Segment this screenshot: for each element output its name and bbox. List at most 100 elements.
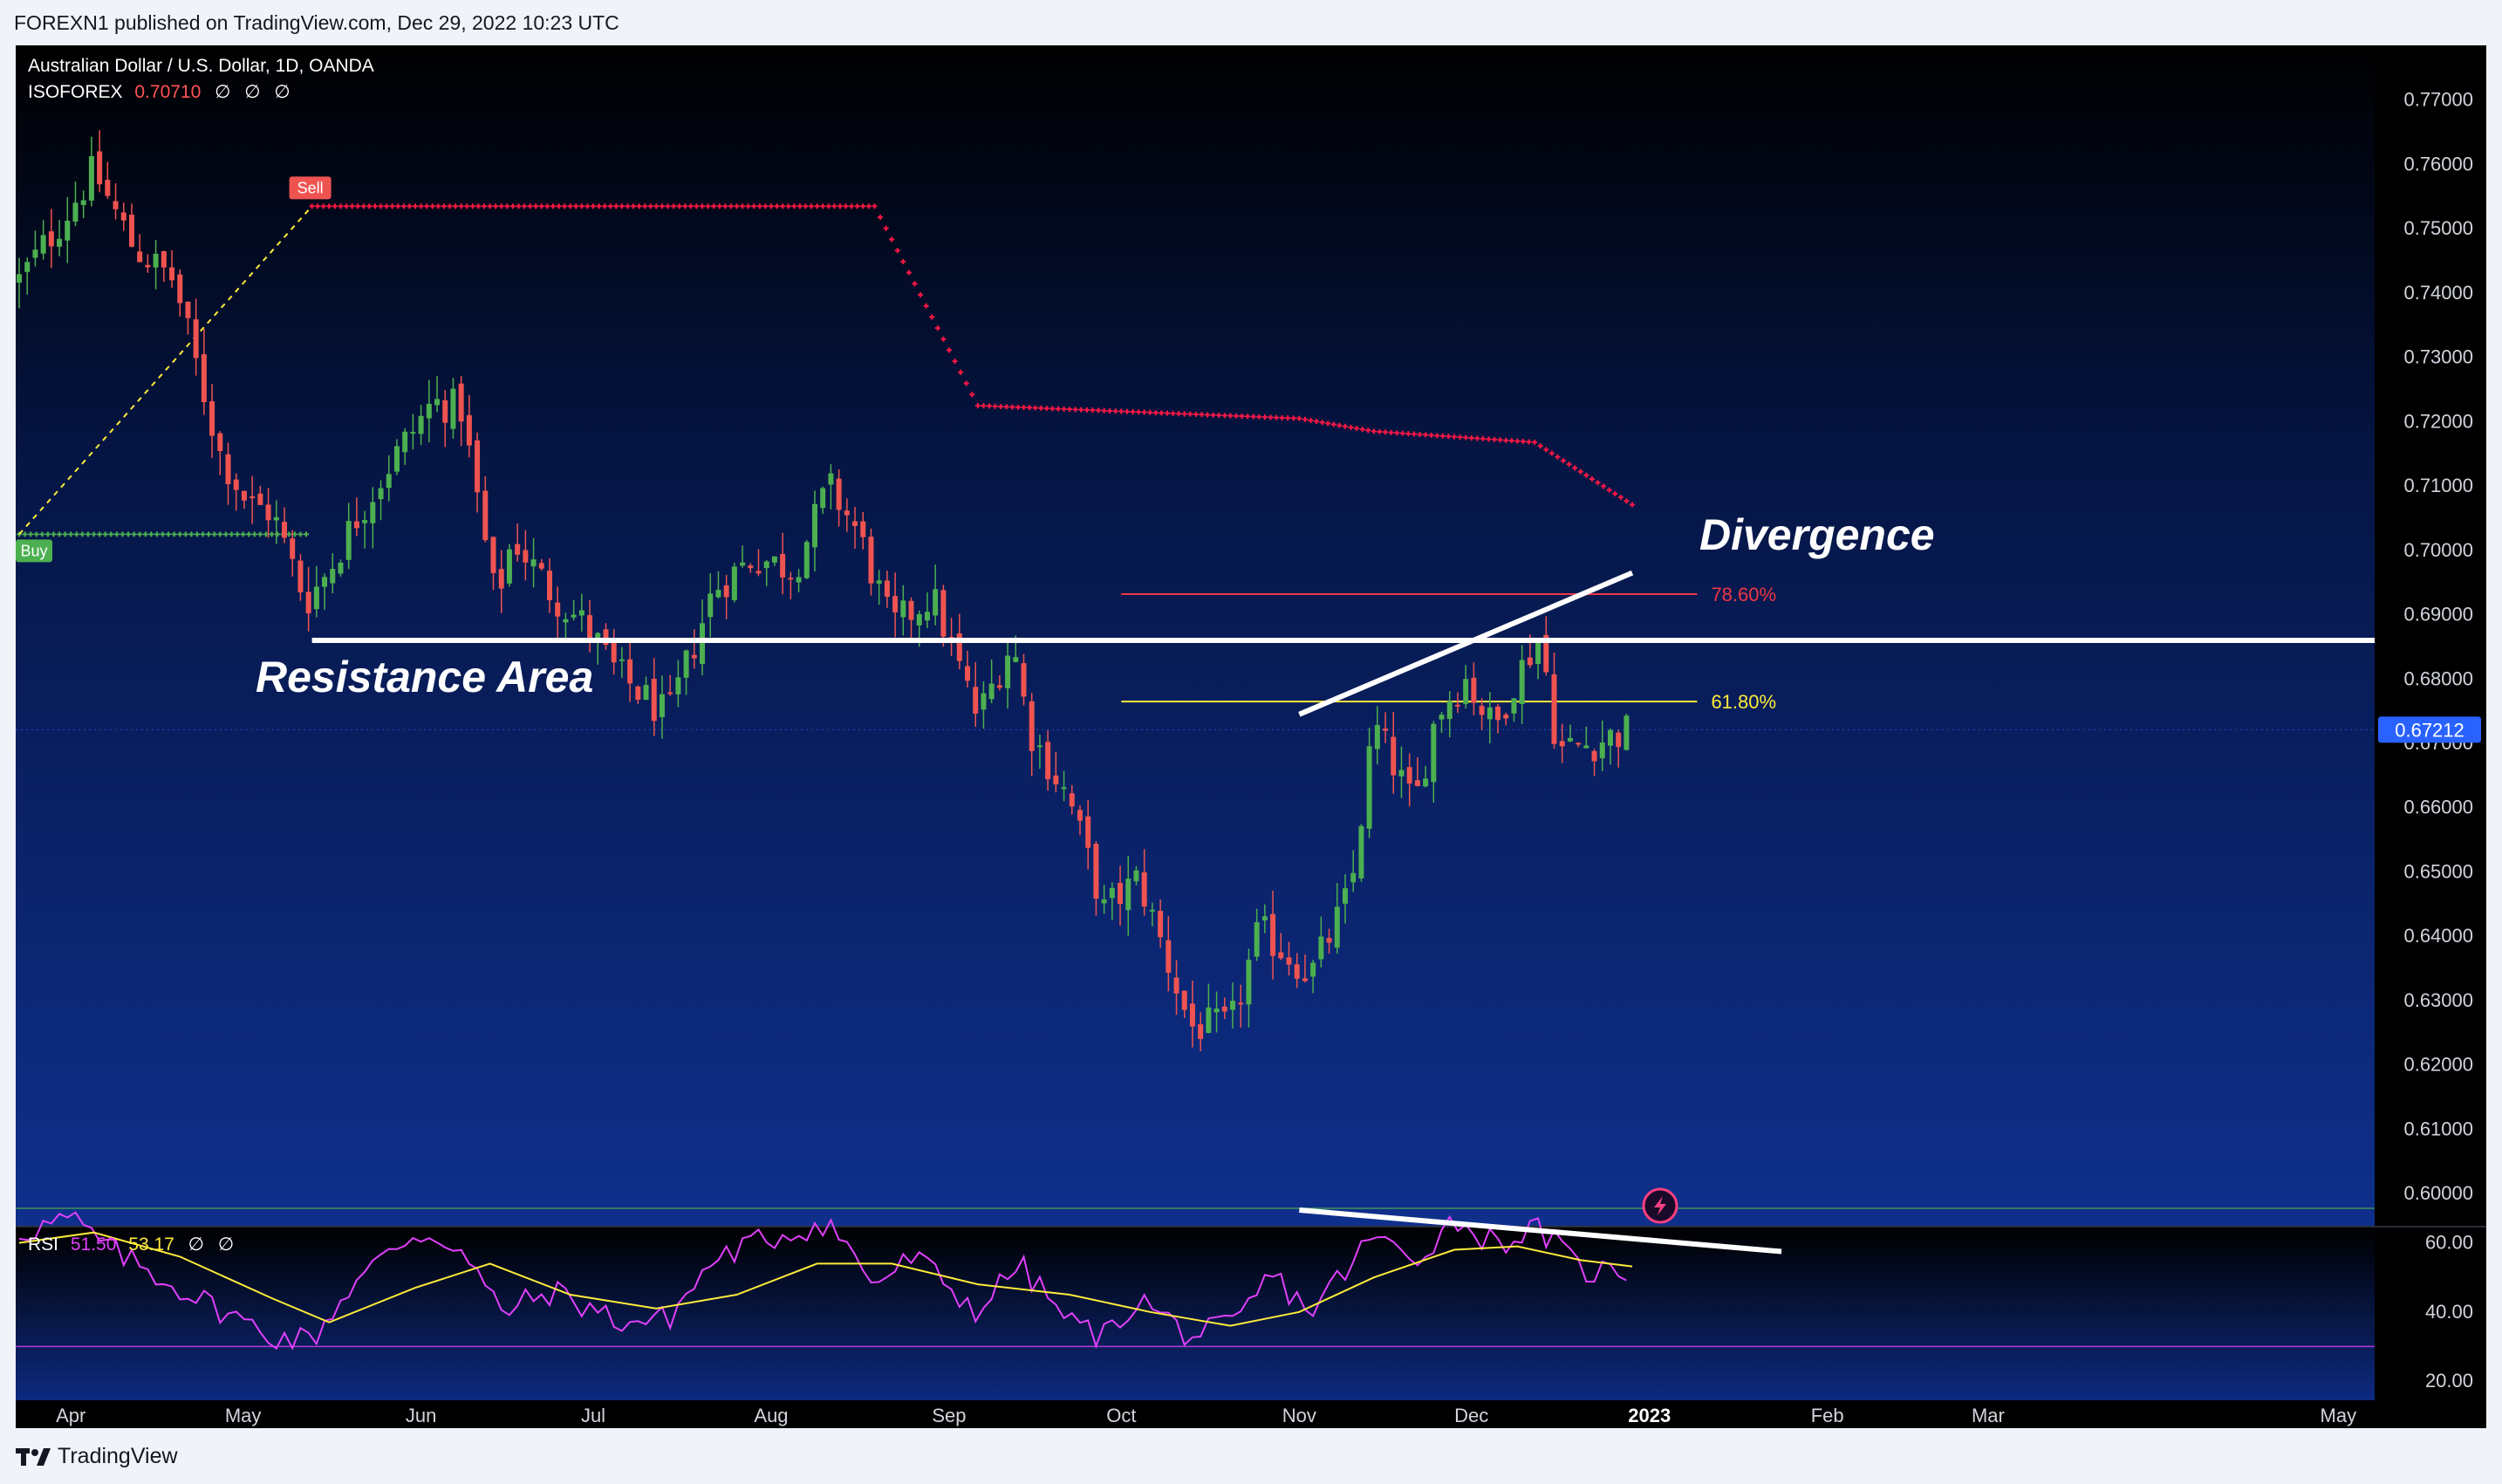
candle-body [1551,674,1557,744]
candle-body [1166,940,1172,973]
publisher-line: FOREXN1 published on TradingView.com, De… [14,11,619,34]
candle-body [1616,732,1622,748]
time-tick-label: May [2321,1405,2357,1426]
candle-body [1607,729,1613,746]
price-tick-label: 0.68000 [2403,667,2473,689]
time-tick-label: May [225,1405,262,1426]
price-tick-label: 0.71000 [2403,475,2473,496]
candle-body [1294,964,1300,979]
candle-body [1471,677,1477,703]
candle-body [1454,704,1460,707]
candle-body [193,319,199,359]
candle-body [627,659,633,684]
candle-body [257,493,263,505]
candle-body [1366,746,1372,829]
candle-body [643,685,649,701]
candle-body [530,559,537,567]
price-tick-label: 0.70000 [2403,539,2473,561]
time-tick-label: Jun [406,1405,436,1426]
candle-body [273,516,279,521]
candle-body [313,586,319,610]
candle-body [892,596,899,612]
alert-icon[interactable] [1642,1187,1678,1224]
candle-body [1118,882,1124,905]
candle-body [393,446,400,472]
candle-body [450,388,456,429]
candle-body [667,692,673,694]
chart-frame[interactable]: 0.77000 0.76000 0.75000 0.74000 0.73000 0.720… [16,45,2486,1428]
candle-body [1431,723,1437,783]
candle-body [1189,1003,1195,1027]
candle-body [209,400,215,436]
candle-body [338,562,344,574]
candle-body [1213,1009,1220,1013]
candle-body [691,654,697,659]
last-price-label: 0.67212 [2395,719,2464,741]
candle-body [884,580,890,598]
candle-body [876,580,882,584]
candle-body [1246,960,1252,1005]
candle-body [1559,741,1565,747]
candle-body [571,614,577,618]
candle-body [1133,870,1139,882]
candle-body [426,403,432,419]
candle-body [538,563,544,569]
time-tick-label: Apr [56,1405,85,1426]
candle-body [683,650,689,678]
candle-body [771,556,777,563]
candle-body [40,235,46,254]
candle-body [1591,750,1597,762]
candle-body [297,560,304,592]
fib-level-label: 78.60% [1711,584,1776,605]
candle-body [97,151,103,185]
sell-signal-tag: Sell [289,176,332,200]
candle-body [1358,825,1364,879]
candle-body [330,569,336,584]
candle-body [217,433,223,452]
candle-body [1141,872,1147,907]
candle-body [1446,701,1453,720]
candle-body [1125,879,1131,911]
candle-body [1624,715,1630,750]
indicator-param-2: ∅ [244,82,261,102]
candle-body [498,569,504,589]
indicator-name: ISOFOREX [28,82,123,102]
candle-body [1261,916,1268,921]
resistance-area-label: Resistance Area [256,653,594,701]
candle-body [933,589,939,616]
candle-body [1013,657,1019,662]
candle-body [1230,1001,1236,1010]
candle-body [177,274,183,304]
candle-body [1406,767,1412,784]
candle-body [1198,1024,1204,1039]
tradingview-brand: TradingView [58,1444,178,1468]
candle-body [1077,810,1083,821]
candle-body [345,521,352,560]
candle-body [940,590,947,637]
sell-tag-label: Sell [297,179,324,196]
candle-body [265,504,271,521]
tradingview-logo[interactable]: TradingView [16,1444,178,1469]
candle-body [1310,962,1316,977]
time-tick-label: Jul [581,1405,605,1426]
chart-svg[interactable]: 0.77000 0.76000 0.75000 0.74000 0.73000 0.720… [16,45,2486,1428]
candle-body [1109,887,1115,899]
candle-body [1221,1006,1227,1012]
candle-body [1238,1002,1244,1005]
candle-body [868,537,874,584]
candle-body [1181,990,1187,1010]
price-tick-label: 0.61000 [2403,1118,2473,1139]
candle-body [1158,911,1164,938]
candle-body [1383,728,1389,731]
candle-body [1270,913,1276,956]
candle-body [723,585,729,598]
candle-body [185,301,191,318]
candle-body [836,478,842,510]
candle-body [137,251,143,263]
candle-body [1527,657,1533,666]
footer-bar: TradingView [0,1428,2502,1484]
candle-body [796,577,802,583]
candle-body [1318,936,1324,960]
price-tick-label: 0.64000 [2403,925,2473,947]
candle-body [763,561,769,569]
